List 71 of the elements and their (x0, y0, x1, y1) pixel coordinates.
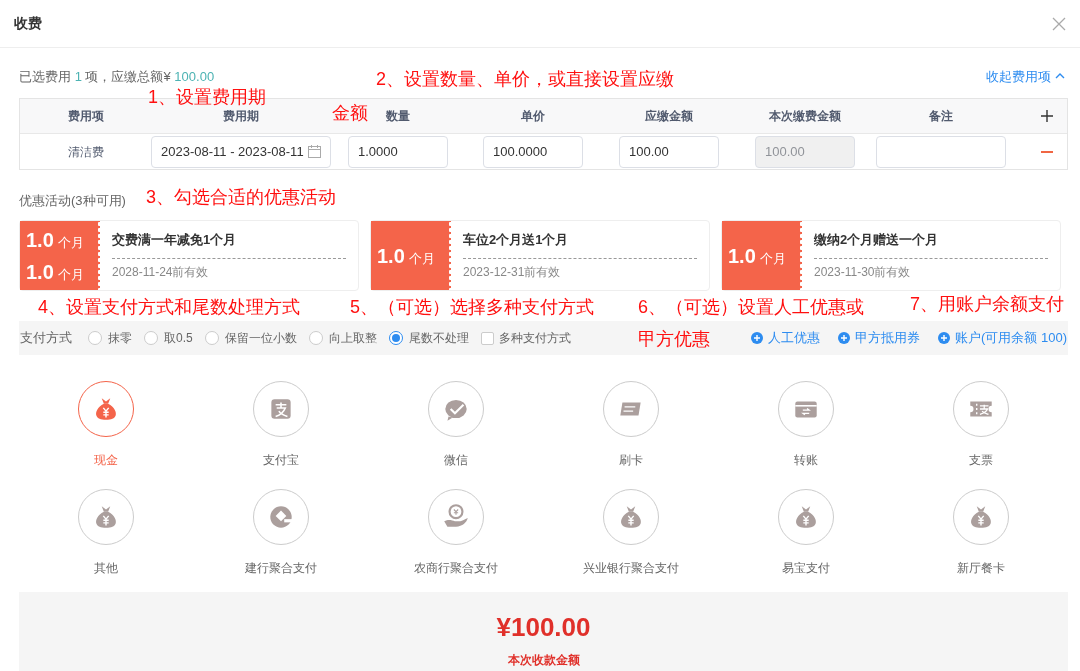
coupon-title: 车位2个月送1个月 (463, 230, 697, 259)
annotation-text: 3、勾选合适的优惠活动 (146, 186, 336, 208)
payment-method[interactable]: 建行聚合支付 (193, 489, 369, 577)
annotation-text: 4、设置支付方式和尾数处理方式 (38, 296, 300, 318)
add-option-link[interactable]: 账户(可用余额 100) (938, 328, 1067, 348)
payment-method[interactable]: 兴业银行聚合支付 (543, 489, 719, 577)
calendar-icon (308, 145, 321, 158)
amount-due-field[interactable]: 100.00 (619, 135, 719, 168)
total-label: 本次收款金额 (507, 652, 580, 669)
column-header: 费用项 (67, 108, 104, 125)
table-cell-text: 清洁费 (67, 143, 104, 161)
annotation-text: 甲方优惠 (638, 328, 710, 350)
payment-method[interactable]: 农商行聚合支付 (368, 489, 544, 577)
summary-text: 已选费用 1 项，应缴总额¥ 100.00 (19, 67, 215, 86)
payment-amount-field: 100.00 (755, 135, 855, 168)
date-range-field[interactable]: 2023-08-11 - 2023-08-11 (151, 135, 331, 168)
coupon-expiry: 2023-12-31前有效 (463, 263, 562, 281)
rounding-radio[interactable]: 尾数不处理 (388, 329, 469, 347)
payment-method[interactable]: 新厅餐卡 (893, 489, 1068, 577)
payment-method[interactable]: 易宝支付 (718, 489, 894, 577)
plus-circle-icon (751, 332, 764, 344)
column-header: 数量 (386, 108, 410, 125)
dialog-title: 收费 (14, 14, 42, 33)
annotation-text: 7、用账户余额支付 (910, 293, 1064, 315)
column-header: 费用期 (223, 108, 259, 125)
remove-icon[interactable] (1040, 150, 1053, 153)
plus-circle-icon (838, 332, 851, 344)
annotation-text: 金额 (332, 102, 368, 124)
annotation-text: 6、（可选）设置人工优惠或 (638, 296, 864, 318)
column-header: 备注 (929, 108, 953, 125)
coupon-title: 交费满一年减免1个月 (112, 230, 346, 259)
rounding-radio[interactable]: 取0.5 (144, 329, 193, 347)
payment-label: 支付方式 (20, 329, 72, 348)
column-header: 单价 (521, 108, 545, 125)
payment-method[interactable]: 微信 (368, 381, 544, 469)
rounding-radio[interactable]: 向上取整 (308, 329, 377, 347)
plus-circle-icon (938, 332, 951, 344)
payment-method[interactable]: 其他 (19, 489, 194, 577)
payment-method[interactable]: 支票 (893, 381, 1068, 469)
add-option-link[interactable]: 人工优惠 (751, 328, 821, 348)
annotation-text: 1、设置费用期 (148, 86, 266, 108)
chevron-up-icon (1055, 72, 1065, 81)
add-option-link[interactable]: 甲方抵用券 (838, 328, 921, 348)
annotation-text: 2、设置数量、单价，或直接设置应缴 (376, 68, 674, 90)
coupon-expiry: 2023-11-30前有效 (814, 263, 912, 281)
unit-price-field[interactable]: 100.0000 (483, 135, 583, 168)
payment-method[interactable]: 支付宝 (193, 381, 369, 469)
payment-method[interactable]: 现金 (19, 381, 194, 469)
multiple-payment-checkbox[interactable]: 多种支付方式 (480, 329, 571, 347)
column-header: 本次缴费金额 (769, 108, 841, 125)
coupon-value: 1.0 个月 (371, 221, 451, 290)
rounding-radio[interactable]: 抹零 (88, 329, 132, 347)
payment-method[interactable]: 刷卡 (543, 381, 719, 469)
payment-method[interactable]: 转账 (718, 381, 894, 469)
column-header: 应缴金额 (645, 108, 693, 125)
coupon-value: 1.0 个月 1.0 个月 (20, 221, 100, 290)
add-icon[interactable] (1040, 110, 1053, 122)
coupon-expiry: 2028-11-24前有效 (112, 263, 210, 281)
coupon-card[interactable]: 1.0 个月 车位2个月送1个月 2023-12-31前有效 (370, 220, 710, 291)
coupon-value: 1.0 个月 (722, 221, 802, 290)
section-label: 优惠活动(3种可用) (19, 191, 126, 210)
rounding-radio[interactable]: 保留一位小数 (204, 329, 297, 347)
coupon-card[interactable]: 1.0 个月 缴纳2个月赠送一个月 2023-11-30前有效 (721, 220, 1061, 291)
note-field[interactable] (876, 135, 1006, 168)
quantity-field[interactable]: 1.0000 (348, 135, 448, 168)
collapse-link[interactable]: 收起费用项 (986, 66, 1068, 86)
close-icon[interactable] (1052, 16, 1066, 31)
total-amount: ¥100.00 (496, 611, 591, 644)
coupon-title: 缴纳2个月赠送一个月 (814, 230, 1048, 259)
coupon-card[interactable]: 1.0 个月 1.0 个月 交费满一年减免1个月 2028-11-24前有效 (19, 220, 359, 291)
annotation-text: 5、（可选）选择多种支付方式 (350, 296, 594, 318)
